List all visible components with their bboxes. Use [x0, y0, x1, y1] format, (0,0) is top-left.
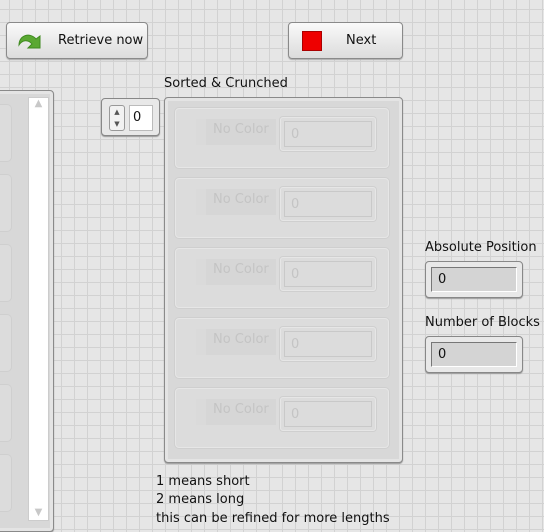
increment-decrement-buttons[interactable]: ▲ ▼ — [109, 105, 125, 131]
array-element: No Color 0 — [175, 318, 389, 378]
left-array-element — [0, 105, 11, 161]
left-array: ▲ ▼ — [0, 90, 54, 532]
array-label: Sorted & Crunched — [164, 76, 288, 91]
number-of-blocks-indicator: 0 — [425, 336, 523, 373]
array-element: No Color 0 — [175, 108, 389, 168]
color-field: No Color — [196, 399, 276, 425]
array-element: No Color 0 — [175, 178, 389, 238]
absolute-position-indicator: 0 — [425, 261, 523, 298]
next-button[interactable]: Next — [288, 22, 403, 59]
curved-arrow-icon — [18, 34, 41, 48]
left-array-element — [0, 455, 11, 511]
left-array-element — [0, 245, 11, 301]
absolute-position-label: Absolute Position — [425, 240, 537, 255]
array-index-control[interactable]: ▲ ▼ 0 — [101, 98, 160, 136]
numeric-field: 0 — [280, 397, 376, 431]
note-line-3: this can be refined for more lengths — [156, 511, 390, 526]
numeric-field: 0 — [280, 187, 376, 221]
color-field: No Color — [196, 259, 276, 285]
vertical-scrollbar[interactable]: ▲ ▼ — [28, 97, 49, 521]
array-element: No Color 0 — [175, 388, 389, 448]
next-label: Next — [346, 33, 377, 48]
numeric-field: 0 — [280, 327, 376, 361]
left-array-element — [0, 175, 11, 231]
scroll-up-arrow-icon[interactable]: ▲ — [29, 98, 48, 109]
color-field: No Color — [196, 329, 276, 355]
array-index-value[interactable]: 0 — [129, 105, 153, 131]
retrieve-now-label: Retrieve now — [58, 33, 144, 48]
color-field: No Color — [196, 119, 276, 145]
numeric-field: 0 — [280, 117, 376, 151]
left-array-element — [0, 385, 11, 441]
scroll-down-arrow-icon[interactable]: ▼ — [29, 507, 48, 518]
note-line-2: 2 means long — [156, 492, 245, 507]
left-array-element — [0, 315, 11, 371]
stop-square-icon — [302, 30, 322, 51]
number-of-blocks-label: Number of Blocks — [425, 315, 540, 330]
note-line-1: 1 means short — [156, 474, 250, 489]
numeric-field: 0 — [280, 257, 376, 291]
array-element: No Color 0 — [175, 248, 389, 308]
color-field: No Color — [196, 189, 276, 215]
retrieve-now-button[interactable]: Retrieve now — [6, 22, 148, 59]
sorted-crunched-array: No Color 0 No Color 0 No Color 0 No Color 0 … — [164, 97, 403, 463]
